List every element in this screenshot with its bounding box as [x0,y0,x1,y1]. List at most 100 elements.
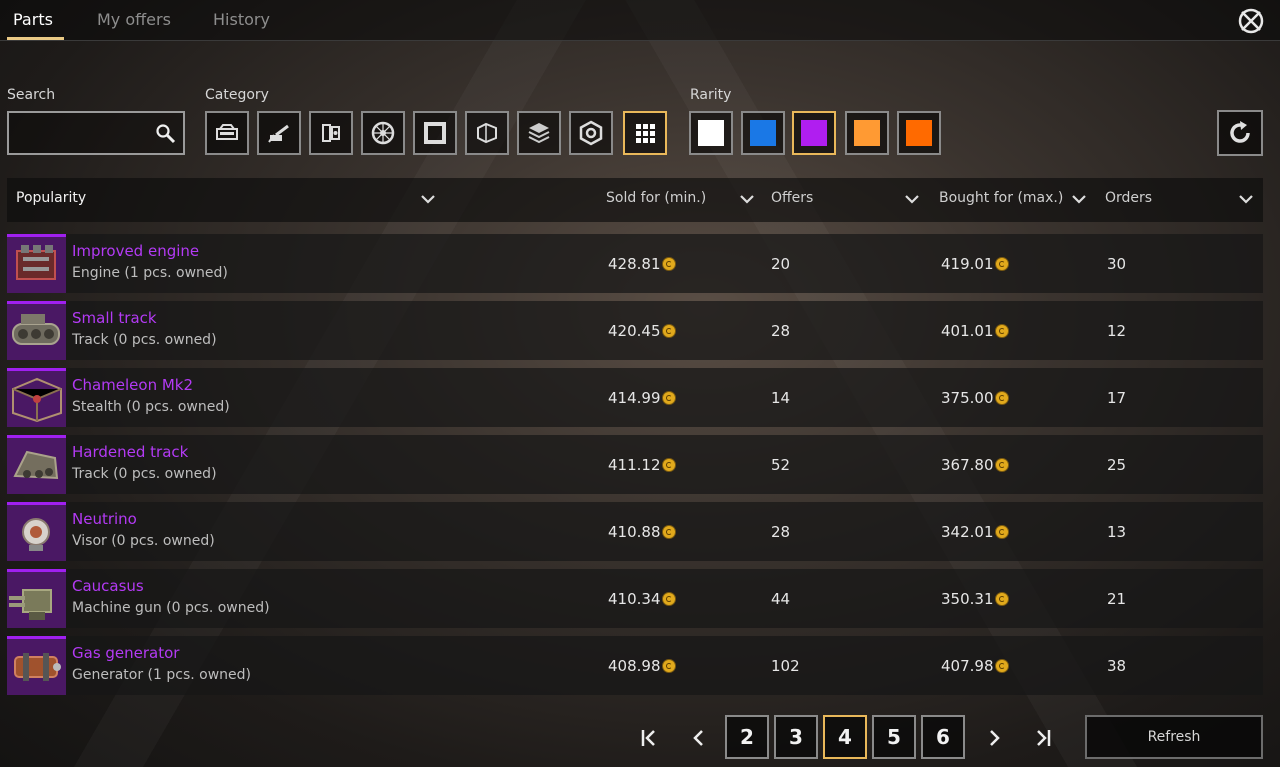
category-module-button[interactable] [309,111,353,155]
first-page-button[interactable] [639,726,659,750]
orders-count: 21 [1107,590,1127,608]
refresh-icon [1230,121,1250,143]
rarity-legendary-button[interactable] [897,111,941,155]
table-row[interactable]: Caucasus Machine gun (0 pcs. owned) 410.… [7,569,1263,628]
last-page-button[interactable] [1033,726,1053,750]
table-row[interactable]: Hardened track Track (0 pcs. owned) 411.… [7,435,1263,494]
prev-page-button[interactable] [689,726,709,750]
page-button[interactable]: 3 [774,715,818,759]
part-type: Track (0 pcs. owned) [72,466,217,482]
coin-icon [661,458,676,472]
orders-count: 17 [1107,389,1127,407]
coin-icon [661,592,676,606]
part-name[interactable]: Neutrino [72,510,137,528]
category-structure-button[interactable] [465,111,509,155]
rarity-common-button[interactable] [689,111,733,155]
hexagon-icon [579,120,603,146]
chevron-down-icon[interactable] [420,193,436,205]
chevron-down-icon[interactable] [904,193,920,205]
tab-my-offers[interactable]: My offers [97,10,171,29]
sold-price: 420.45 [608,322,676,340]
coin-icon [661,391,676,405]
header-sold-for[interactable]: Sold for (min.) [606,190,706,206]
table-row[interactable]: Small track Track (0 pcs. owned) 420.45 … [7,301,1263,360]
search-field[interactable] [7,111,185,155]
search-label: Search [7,87,56,103]
coin-icon [661,257,676,271]
page-button-current[interactable]: 4 [823,715,867,759]
part-type: Track (0 pcs. owned) [72,332,217,348]
stealth-icon [7,368,66,427]
bought-price: 419.01 [941,255,1009,273]
chevron-down-icon[interactable] [1071,193,1087,205]
header-bought-for[interactable]: Bought for (max.) [939,190,1063,206]
sold-price: 410.88 [608,523,676,541]
page-button[interactable]: 5 [872,715,916,759]
category-all-button[interactable] [623,111,667,155]
wheel-icon [371,121,395,145]
resources-icon [528,123,550,144]
close-button[interactable] [1236,6,1266,36]
rarity-swatch [750,120,776,146]
page-button[interactable]: 6 [921,715,965,759]
part-name[interactable]: Gas generator [72,644,179,662]
page-button[interactable]: 2 [725,715,769,759]
category-weapon-button[interactable] [257,111,301,155]
coin-icon [661,525,676,539]
next-page-button[interactable] [984,726,1004,750]
part-name[interactable]: Hardened track [72,443,188,461]
refresh-button[interactable]: Refresh [1085,715,1263,759]
category-wheel-button[interactable] [361,111,405,155]
tab-parts[interactable]: Parts [13,10,53,29]
part-name[interactable]: Caucasus [72,577,144,595]
part-name[interactable]: Chameleon Mk2 [72,376,193,394]
generator-icon [7,636,66,695]
rarity-epic-button[interactable] [792,111,836,155]
orders-count: 30 [1107,255,1127,273]
table-row[interactable]: Gas generator Generator (1 pcs. owned) 4… [7,636,1263,695]
last-page-icon [1037,730,1051,746]
offers-count: 20 [771,255,791,273]
chevron-left-icon [693,730,703,746]
offers-count: 102 [771,657,800,675]
sort-dropdown[interactable]: Popularity [16,190,86,206]
header-orders[interactable]: Orders [1105,190,1152,206]
frame-icon [424,122,446,144]
search-icon[interactable] [155,123,177,145]
part-type: Generator (1 pcs. owned) [72,667,251,683]
orders-count: 38 [1107,657,1127,675]
coin-icon [994,391,1009,405]
category-label: Category [205,87,269,103]
sold-price: 410.34 [608,590,676,608]
table-row[interactable]: Neutrino Visor (0 pcs. owned) 410.88 28 … [7,502,1263,561]
rarity-swatch [801,120,827,146]
search-input[interactable] [15,121,149,147]
category-frame-button[interactable] [413,111,457,155]
table-row[interactable]: Improved engine Engine (1 pcs. owned) 42… [7,234,1263,293]
rarity-rare-button[interactable] [741,111,785,155]
part-name[interactable]: Improved engine [72,242,199,260]
part-type: Visor (0 pcs. owned) [72,533,215,549]
chevron-down-icon[interactable] [1238,193,1254,205]
reset-filters-button[interactable] [1217,110,1263,156]
part-name[interactable]: Small track [72,309,157,327]
coin-icon [661,324,676,338]
tab-history[interactable]: History [213,10,270,29]
bought-price: 401.01 [941,322,1009,340]
visor-icon [7,502,66,561]
category-hexagon-button[interactable] [569,111,613,155]
engine-icon [7,234,66,293]
offers-count: 44 [771,590,791,608]
chevron-down-icon[interactable] [739,193,755,205]
category-resources-button[interactable] [517,111,561,155]
offers-count: 28 [771,523,791,541]
header-offers[interactable]: Offers [771,190,813,206]
table-row[interactable]: Chameleon Mk2 Stealth (0 pcs. owned) 414… [7,368,1263,427]
coin-icon [994,525,1009,539]
track-icon [7,435,66,494]
sold-price: 411.12 [608,456,676,474]
rarity-swatch [906,120,932,146]
category-cabin-button[interactable] [205,111,249,155]
rarity-special-button[interactable] [845,111,889,155]
sold-price: 408.98 [608,657,676,675]
